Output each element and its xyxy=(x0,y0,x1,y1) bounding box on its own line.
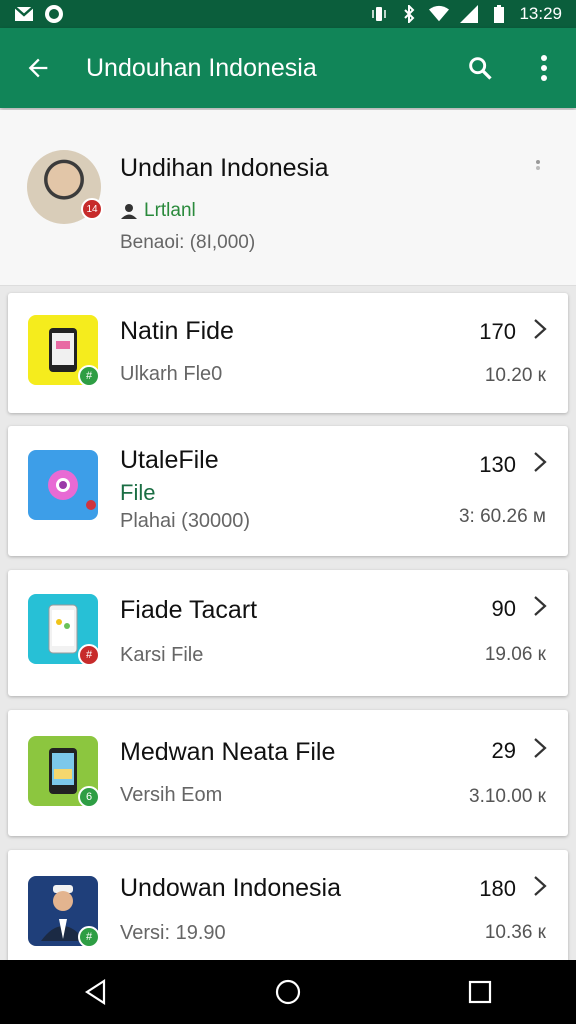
item-title: Natin Fide xyxy=(120,317,234,345)
item-size: 10.20 к xyxy=(484,365,546,386)
nav-home-button[interactable] xyxy=(248,960,328,1024)
search-icon xyxy=(469,57,492,80)
profile-status-label: Lrtlanl xyxy=(144,200,196,221)
vibrate-icon xyxy=(369,5,389,23)
app-thumbnail: # xyxy=(28,594,100,666)
chevron-right-icon xyxy=(530,450,550,474)
chevron-right-icon xyxy=(530,317,550,341)
item-subtitle: Plahai (30000) xyxy=(120,510,251,532)
phone-icon xyxy=(49,328,77,372)
thumbnail-badge: # xyxy=(78,926,100,948)
more-options-button[interactable] xyxy=(512,28,576,108)
user-icon xyxy=(121,204,137,219)
item-count: 90 xyxy=(491,596,516,621)
more-vert-icon xyxy=(541,55,547,81)
item-size: 3.10.00 к xyxy=(469,786,546,807)
status-bar: 13:29 xyxy=(0,0,576,28)
profile-more-button[interactable] xyxy=(526,156,550,180)
nav-back-icon xyxy=(84,979,106,1005)
thumbnail-badge xyxy=(86,500,96,510)
nav-back-button[interactable] xyxy=(56,960,136,1024)
camera-icon xyxy=(48,470,78,500)
item-title: Undowan Indonesia xyxy=(120,874,341,902)
item-count: 130 xyxy=(479,452,516,477)
nav-recents-button[interactable] xyxy=(440,960,520,1024)
item-subtitle: Ulkarh Fle0 xyxy=(120,363,223,385)
list-item[interactable]: 6 Medwan Neata File Versih Eom 29 3.10.0… xyxy=(8,710,568,836)
item-title: Fiade Tacart xyxy=(120,596,258,624)
app-thumbnail xyxy=(28,450,98,520)
more-vert-icon xyxy=(536,160,540,170)
whatsapp-icon xyxy=(44,5,64,23)
item-size: 10.36 к xyxy=(484,922,546,943)
item-title: Medwan Neata File xyxy=(120,738,336,766)
navigation-bar xyxy=(0,960,576,1024)
item-size: 19.06 к xyxy=(484,644,546,665)
item-subtitle: Karsi File xyxy=(120,644,204,666)
signal-icon xyxy=(459,5,479,23)
list-item[interactable]: UtaleFile File Plahai (30000) 130 3: 60.… xyxy=(8,426,568,556)
list-item[interactable]: # Undowan Indonesia Versi: 19.90 180 10.… xyxy=(8,850,568,970)
item-count: 29 xyxy=(491,738,516,763)
app-thumbnail: 6 xyxy=(28,736,100,808)
item-count: 170 xyxy=(479,319,516,344)
thumbnail-badge: 6 xyxy=(78,786,100,808)
app-bar: Undouhan Indonesia xyxy=(0,28,576,108)
arrow-left-icon xyxy=(28,58,48,78)
thumbnail-badge: # xyxy=(78,365,100,387)
chevron-right-icon xyxy=(530,594,550,618)
app-thumbnail: # xyxy=(28,876,100,948)
list-item[interactable]: # Fiade Tacart Karsi File 90 19.06 к xyxy=(8,570,568,696)
profile-status: Lrtlanl xyxy=(120,200,196,222)
avatar[interactable]: 14 xyxy=(27,150,103,224)
gmail-icon xyxy=(14,5,34,23)
nav-home-icon xyxy=(275,979,301,1005)
app-thumbnail: # xyxy=(28,315,100,387)
item-title-secondary: File xyxy=(120,480,156,505)
wifi-icon xyxy=(429,5,450,23)
profile-meta: Benaoi: (8I,000) xyxy=(120,232,256,253)
item-title: UtaleFile xyxy=(120,446,219,474)
status-time: 13:29 xyxy=(519,4,562,23)
phone-icon xyxy=(48,604,78,654)
search-button[interactable] xyxy=(448,28,512,108)
list-item[interactable]: # Natin Fide Ulkarh Fle0 170 10.20 к xyxy=(8,293,568,413)
back-button[interactable] xyxy=(0,28,76,108)
item-subtitle: Versi: 19.90 xyxy=(120,922,226,944)
chevron-right-icon xyxy=(530,874,550,898)
item-count: 180 xyxy=(479,876,516,901)
battery-icon xyxy=(489,5,509,23)
chevron-right-icon xyxy=(530,736,550,760)
phone-icon xyxy=(49,748,77,794)
thumbnail-badge: # xyxy=(78,644,100,666)
avatar-badge: 14 xyxy=(81,198,103,220)
nav-recents-icon xyxy=(468,980,492,1004)
bluetooth-icon xyxy=(399,5,419,23)
app-bar-title: Undouhan Indonesia xyxy=(86,53,317,82)
profile-name: Undihan Indonesia xyxy=(120,154,329,182)
item-size: 3: 60.26 м xyxy=(458,506,546,527)
profile-header: 14 Undihan Indonesia Lrtlanl Benaoi: (8I… xyxy=(0,110,576,286)
item-subtitle: Versih Eom xyxy=(120,784,223,806)
